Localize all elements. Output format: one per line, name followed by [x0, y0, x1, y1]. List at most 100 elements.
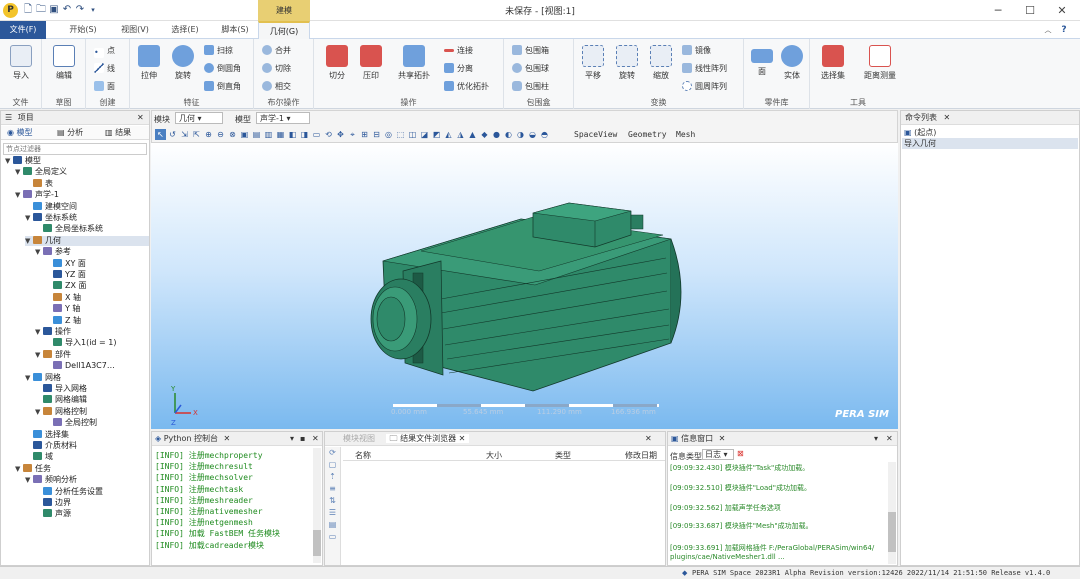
view-tool-icon[interactable]: ◓: [539, 129, 550, 140]
node-filter-input[interactable]: [3, 143, 147, 155]
view-tool-icon[interactable]: ⊖: [215, 129, 226, 140]
view-tool-icon[interactable]: ⌖: [347, 129, 358, 140]
pin-icon[interactable]: ▾: [290, 432, 294, 446]
col-type[interactable]: 类型: [555, 450, 571, 461]
close-button[interactable]: ✕: [1046, 0, 1078, 21]
rotate-button[interactable]: 旋转: [612, 45, 642, 81]
expand-toggle-icon[interactable]: ▼: [5, 156, 13, 166]
view-tool-icon[interactable]: ▥: [263, 129, 274, 140]
tree-node[interactable]: 分析任务设置: [35, 486, 103, 497]
panel-close-icon[interactable]: ✕: [312, 432, 319, 446]
tree-node[interactable]: 表: [25, 178, 53, 189]
view-tool-icon[interactable]: ◆: [479, 129, 490, 140]
tree-node[interactable]: 介质材料: [25, 441, 77, 451]
command-item[interactable]: ▣ (起点): [904, 127, 936, 138]
translate-button[interactable]: 平移: [578, 45, 608, 81]
mesh-link[interactable]: Mesh: [676, 130, 695, 139]
info-close-icon[interactable]: ✕: [719, 434, 726, 443]
linear-array-button[interactable]: 线性阵列: [682, 63, 727, 74]
union-button[interactable]: 合并: [262, 45, 291, 56]
tree-node[interactable]: ▼ 频响分析: [25, 475, 77, 485]
scrollbar-thumb[interactable]: [313, 530, 321, 556]
tab-result-files[interactable]: 🗀 结果文件浏览器 ✕: [385, 434, 470, 443]
sweep-button[interactable]: 扫掠: [204, 45, 233, 56]
3d-viewport[interactable]: Y X Z 0.000 mm 55.645 mm 111.290 mm 166.…: [151, 143, 898, 429]
cut-button[interactable]: 切除: [262, 63, 291, 74]
solid-library-button[interactable]: 实体: [778, 45, 806, 81]
python-scrollbar[interactable]: [313, 448, 321, 563]
tree-node[interactable]: X 轴: [45, 292, 81, 303]
view-tool-icon[interactable]: ◒: [527, 129, 538, 140]
line-button[interactable]: 线: [94, 63, 115, 74]
view-tool-icon[interactable]: ●: [491, 129, 502, 140]
tree-node[interactable]: ▼ 任务: [15, 463, 51, 474]
face-button[interactable]: 面: [94, 81, 115, 92]
circular-array-button[interactable]: 圆周阵列: [682, 81, 727, 92]
chamfer-button[interactable]: 倒直角: [204, 81, 241, 92]
tree-node[interactable]: ▼ 模型: [5, 156, 41, 166]
filter-icon[interactable]: ≡: [325, 483, 340, 495]
expand-toggle-icon[interactable]: ▼: [25, 213, 33, 223]
geometry-link[interactable]: Geometry: [628, 130, 667, 139]
expand-toggle-icon[interactable]: ▼: [35, 407, 43, 417]
expand-toggle-icon[interactable]: ▼: [25, 236, 33, 246]
tree-node[interactable]: Z 轴: [45, 315, 81, 326]
tab-select[interactable]: 选择(E): [160, 21, 210, 39]
float-icon[interactable]: ▪: [300, 432, 305, 446]
tree-node[interactable]: ▼ 全局定义: [15, 167, 67, 177]
tree-node[interactable]: 全局坐标系统: [35, 224, 103, 234]
view-tool-icon[interactable]: ↺: [167, 129, 178, 140]
tree-node[interactable]: 全局控制: [45, 418, 97, 428]
tree-node[interactable]: 边界: [35, 498, 71, 508]
view-tool-icon[interactable]: ⟲: [323, 129, 334, 140]
tree-node[interactable]: ▼ 部件: [35, 349, 71, 360]
maximize-button[interactable]: ☐: [1014, 0, 1046, 21]
press-button[interactable]: 压印: [356, 45, 386, 81]
tab-script[interactable]: 脚本(S): [210, 21, 260, 39]
view-tool-icon[interactable]: ✥: [335, 129, 346, 140]
tree-node[interactable]: 域: [25, 452, 53, 462]
distance-measure-button[interactable]: 距离测量: [860, 45, 900, 81]
minimize-button[interactable]: ─: [982, 0, 1014, 21]
col-name[interactable]: 名称: [355, 450, 371, 461]
intersect-button[interactable]: 相交: [262, 81, 291, 92]
clear-log-icon[interactable]: ⊠: [737, 449, 744, 458]
view-tool-icon[interactable]: ◨: [299, 129, 310, 140]
panel-close-icon[interactable]: ✕: [645, 432, 652, 446]
expand-toggle-icon[interactable]: ▼: [25, 475, 33, 485]
tab-module-view[interactable]: 模块视图: [343, 434, 375, 443]
expand-toggle-icon[interactable]: ▼: [15, 190, 23, 200]
up-icon[interactable]: ⇡: [325, 471, 340, 483]
import-button[interactable]: 导入: [6, 45, 36, 81]
scrollbar-thumb[interactable]: [888, 512, 896, 552]
command-item[interactable]: 导入几何: [902, 138, 1078, 149]
tab-close-icon[interactable]: ✕: [459, 434, 466, 443]
col-size[interactable]: 大小: [486, 450, 502, 461]
view-tool-icon[interactable]: ↖: [155, 129, 166, 140]
view-tool-icon[interactable]: ◑: [515, 129, 526, 140]
point-button[interactable]: • 点: [94, 45, 115, 58]
expand-toggle-icon[interactable]: ▼: [35, 247, 43, 257]
separate-button[interactable]: 分离: [444, 63, 473, 74]
model-select[interactable]: 声学-1 ▾: [256, 112, 310, 124]
split-button[interactable]: 切分: [322, 45, 352, 81]
view-tool-icon[interactable]: ⊞: [359, 129, 370, 140]
share-topology-button[interactable]: 共享拓扑: [394, 45, 434, 81]
expand-toggle-icon[interactable]: ▼: [25, 373, 33, 383]
info-scrollbar[interactable]: [888, 462, 896, 564]
open-icon[interactable]: ▭: [325, 531, 340, 543]
tree-node[interactable]: 选择集: [25, 429, 69, 440]
info-type-select[interactable]: 日志 ▾: [702, 449, 734, 460]
edit-sketch-button[interactable]: 编辑: [49, 45, 79, 81]
tree-node[interactable]: ▼ 声学-1: [15, 190, 59, 200]
view-tool-icon[interactable]: ⇱: [191, 129, 202, 140]
tab-geometry[interactable]: 几何(G): [258, 21, 310, 39]
col-date[interactable]: 修改日期: [625, 450, 657, 461]
tree-node[interactable]: 网格编辑: [35, 395, 87, 405]
view-tool-icon[interactable]: ▤: [251, 129, 262, 140]
tree-node[interactable]: ▼ 坐标系统: [25, 213, 77, 223]
view-tool-icon[interactable]: ⊟: [371, 129, 382, 140]
view-tool-icon[interactable]: ⊕: [203, 129, 214, 140]
face-library-button[interactable]: 面: [748, 45, 776, 77]
tree-node[interactable]: YZ 面: [45, 270, 86, 280]
